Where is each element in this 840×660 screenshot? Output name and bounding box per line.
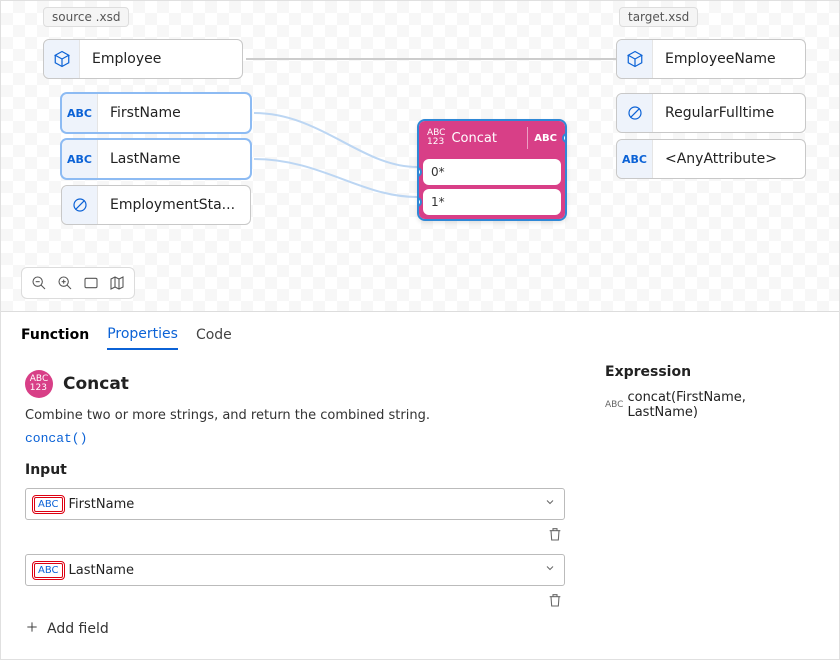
zoom-in-button[interactable] (54, 272, 76, 294)
target-tag: target.xsd (619, 7, 698, 27)
tab-properties[interactable]: Properties (107, 326, 178, 350)
properties-panel: Function Properties Code ABC123 Concat C… (1, 311, 839, 659)
node-label: LastName (98, 151, 240, 167)
abc-mini-icon: ABC (34, 563, 63, 578)
tab-code[interactable]: Code (196, 327, 232, 349)
chevron-down-icon (544, 496, 556, 512)
abc-icon: ABC (617, 140, 653, 178)
input-value: LastName (69, 563, 134, 578)
input-value: FirstName (69, 497, 135, 512)
fn-badge-icon: ABC123 (25, 370, 53, 398)
cube-icon (617, 40, 653, 78)
node-label: FirstName (98, 105, 240, 121)
fit-button[interactable] (80, 272, 102, 294)
expression-value: concat(FirstName, LastName) (627, 390, 815, 420)
mapping-canvas[interactable]: source .xsd target.xsd Employee ABC Firs… (1, 1, 839, 311)
node-label: EmploymentSta... (98, 197, 240, 213)
not-icon (62, 186, 98, 224)
node-label: RegularFulltime (653, 105, 795, 121)
minimap-button[interactable] (106, 272, 128, 294)
input-section-label: Input (25, 462, 565, 478)
port-out[interactable] (562, 133, 567, 143)
input-select-lastname[interactable]: ABC LastName (25, 554, 565, 586)
node-label: Employee (80, 51, 232, 67)
canvas-toolbar (21, 267, 135, 299)
cube-icon (44, 40, 80, 78)
concat-label: Concat (451, 131, 521, 146)
node-label: <AnyAttribute> (653, 151, 795, 167)
target-field-anyattr[interactable]: ABC <AnyAttribute> (616, 139, 806, 179)
add-field-label: Add field (47, 621, 109, 637)
concat-function-node[interactable]: ABC123 Concat ABC 0* 1* (417, 119, 567, 221)
abc-mini-icon: ABC (605, 400, 623, 410)
fn-name: Concat (63, 374, 129, 394)
delete-input-last-button[interactable] (545, 592, 565, 608)
fn-signature: concat() (25, 431, 565, 446)
source-field-firstname[interactable]: ABC FirstName (61, 93, 251, 133)
tab-function[interactable]: Function (21, 327, 89, 349)
abc-icon: ABC (62, 94, 98, 132)
source-field-lastname[interactable]: ABC LastName (61, 139, 251, 179)
zoom-out-button[interactable] (28, 272, 50, 294)
target-root-employeename[interactable]: EmployeeName (616, 39, 806, 79)
source-tag: source .xsd (43, 7, 129, 27)
concat-slot-1[interactable]: 1* (423, 189, 561, 215)
not-icon (617, 94, 653, 132)
plus-icon (25, 620, 39, 638)
chevron-down-icon (544, 562, 556, 578)
abc-out-icon: ABC (534, 133, 557, 144)
delete-input-first-button[interactable] (545, 526, 565, 542)
abc123-icon: ABC123 (427, 129, 445, 147)
concat-slot-0[interactable]: 0* (423, 159, 561, 185)
input-select-firstname[interactable]: ABC FirstName (25, 488, 565, 520)
source-root-employee[interactable]: Employee (43, 39, 243, 79)
expression-section-label: Expression (605, 364, 815, 380)
source-field-employment[interactable]: EmploymentSta... (61, 185, 251, 225)
abc-icon: ABC (62, 140, 98, 178)
node-label: EmployeeName (653, 51, 795, 67)
fn-description: Combine two or more strings, and return … (25, 408, 565, 423)
add-field-button[interactable]: Add field (25, 620, 565, 638)
abc-mini-icon: ABC (34, 497, 63, 512)
target-field-fulltime[interactable]: RegularFulltime (616, 93, 806, 133)
